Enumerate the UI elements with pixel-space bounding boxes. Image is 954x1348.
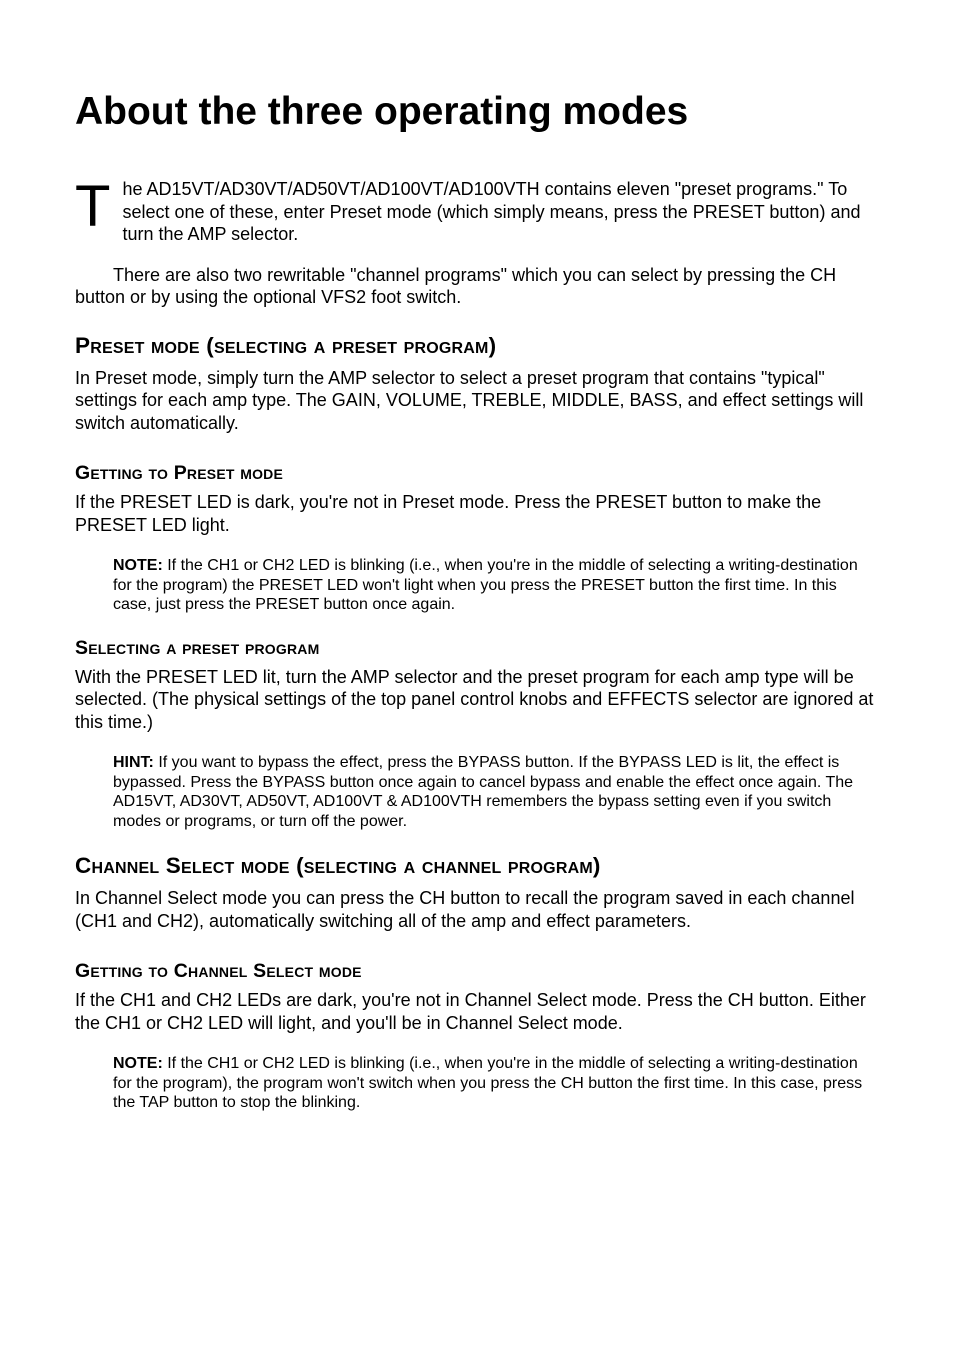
- hint-label: HINT:: [113, 754, 154, 771]
- note-channel: NOTE: If the CH1 or CH2 LED is blinking …: [113, 1054, 869, 1113]
- heading-getting-to-channel: Getting to Channel Select mode: [75, 960, 879, 983]
- heading-getting-to-preset: Getting to Preset mode: [75, 462, 879, 485]
- heading-selecting-preset: Selecting a preset program: [75, 637, 879, 660]
- intro-paragraph-1: T he AD15VT/AD30VT/AD50VT/AD100VT/AD100V…: [75, 178, 879, 246]
- note-text-channel: If the CH1 or CH2 LED is blinking (i.e.,…: [113, 1055, 862, 1111]
- hint-text: If you want to bypass the effect, press …: [113, 754, 853, 830]
- getting-to-preset-body: If the PRESET LED is dark, you're not in…: [75, 491, 879, 536]
- heading-preset-mode: Preset mode (selecting a preset program): [75, 333, 879, 359]
- intro-paragraph-2: There are also two rewritable "channel p…: [75, 264, 879, 309]
- preset-mode-body: In Preset mode, simply turn the AMP sele…: [75, 367, 879, 435]
- hint-preset: HINT: If you want to bypass the effect, …: [113, 753, 869, 831]
- selecting-preset-body: With the PRESET LED lit, turn the AMP se…: [75, 666, 879, 734]
- page-title: About the three operating modes: [75, 90, 879, 134]
- getting-to-channel-body: If the CH1 and CH2 LEDs are dark, you're…: [75, 989, 879, 1034]
- note-preset: NOTE: If the CH1 or CH2 LED is blinking …: [113, 556, 869, 615]
- intro-text-1: he AD15VT/AD30VT/AD50VT/AD100VT/AD100VTH…: [122, 179, 860, 244]
- note-label-channel: NOTE:: [113, 1055, 163, 1072]
- dropcap: T: [75, 178, 122, 231]
- note-label: NOTE:: [113, 557, 163, 574]
- heading-channel-mode: Channel Select mode (selecting a channel…: [75, 853, 879, 879]
- note-text: If the CH1 or CH2 LED is blinking (i.e.,…: [113, 557, 858, 613]
- channel-mode-body: In Channel Select mode you can press the…: [75, 887, 879, 932]
